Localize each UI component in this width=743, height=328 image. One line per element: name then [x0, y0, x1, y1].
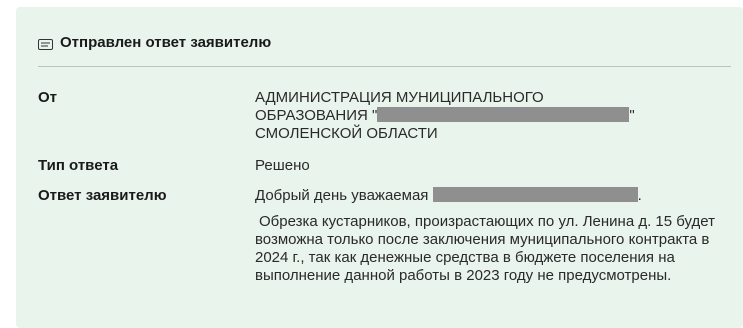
message-icon [38, 37, 53, 50]
type-value: Решено [255, 157, 310, 174]
redacted-block [377, 107, 630, 122]
card-header: Отправлен ответ заявителю [38, 34, 271, 51]
card-title: Отправлен ответ заявителю [60, 34, 272, 51]
header-divider [38, 66, 731, 67]
answer-label: Ответ заявителю [38, 187, 167, 204]
answer-greeting: Добрый день уважаемая . [255, 187, 725, 205]
response-card: Отправлен ответ заявителю От АДМИНИСТРАЦ… [16, 7, 743, 328]
from-line-2-prefix: ОБРАЗОВАНИЯ " [255, 107, 378, 124]
answer-body: Обрезка кустарников, произрастающих по у… [255, 213, 716, 284]
from-value: АДМИНИСТРАЦИЯ МУНИЦИПАЛЬНОГО ОБРАЗОВАНИЯ… [255, 89, 725, 143]
answer-value: Добрый день уважаемая . Обрезка кустарни… [255, 187, 725, 285]
type-label: Тип ответа [38, 157, 119, 174]
answer-greeting-suffix: . [637, 187, 642, 204]
answer-greeting-prefix: Добрый день уважаемая [255, 187, 429, 204]
redacted-block [432, 187, 638, 202]
from-line-1: АДМИНИСТРАЦИЯ МУНИЦИПАЛЬНОГО [255, 89, 544, 106]
from-label: От [38, 89, 58, 106]
from-line-2-suffix: " [629, 107, 635, 124]
from-line-2: ОБРАЗОВАНИЯ " " [255, 107, 725, 125]
from-line-3: СМОЛЕНСКОЙ ОБЛАСТИ [255, 125, 438, 142]
